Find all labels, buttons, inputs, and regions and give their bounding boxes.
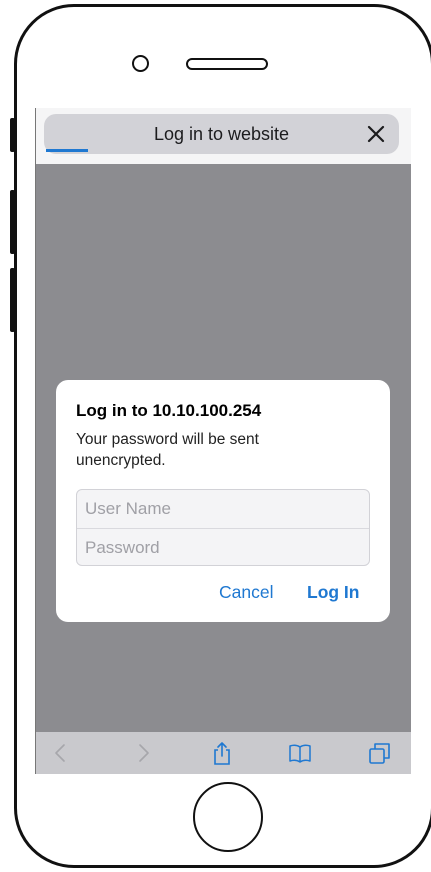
tabs-icon[interactable]: [367, 740, 393, 766]
password-input[interactable]: [77, 528, 369, 566]
browser-toolbar: [36, 732, 411, 774]
side-button-mute: [10, 118, 15, 152]
modal-overlay: Log in to 10.10.100.254 Your password wi…: [36, 164, 411, 732]
page-title: Log in to website: [153, 124, 290, 144]
credential-fields: [76, 489, 370, 566]
side-button-volume-down: [10, 268, 15, 332]
screen: Log in to website Log in to 10.10.100.25…: [35, 108, 411, 774]
share-icon[interactable]: [209, 740, 235, 766]
cancel-button[interactable]: Cancel: [219, 582, 273, 603]
login-button[interactable]: Log In: [307, 582, 359, 603]
username-input[interactable]: [77, 490, 369, 528]
close-icon[interactable]: [363, 121, 389, 147]
side-button-volume-up: [10, 190, 15, 254]
loading-progress-bar: [46, 149, 88, 152]
dialog-message: Your password will be sent unencrypted.: [76, 431, 259, 469]
bookmarks-icon[interactable]: [287, 740, 313, 766]
forward-icon[interactable]: [130, 740, 156, 766]
dialog-title: Log in to 10.10.100.254: [76, 401, 262, 420]
home-button[interactable]: [193, 782, 263, 852]
speaker-grille: [186, 58, 268, 70]
login-dialog: Log in to 10.10.100.254 Your password wi…: [56, 380, 390, 622]
browser-title-bar: Log in to website: [44, 114, 399, 154]
back-icon[interactable]: [48, 740, 74, 766]
camera-icon: [132, 55, 149, 72]
